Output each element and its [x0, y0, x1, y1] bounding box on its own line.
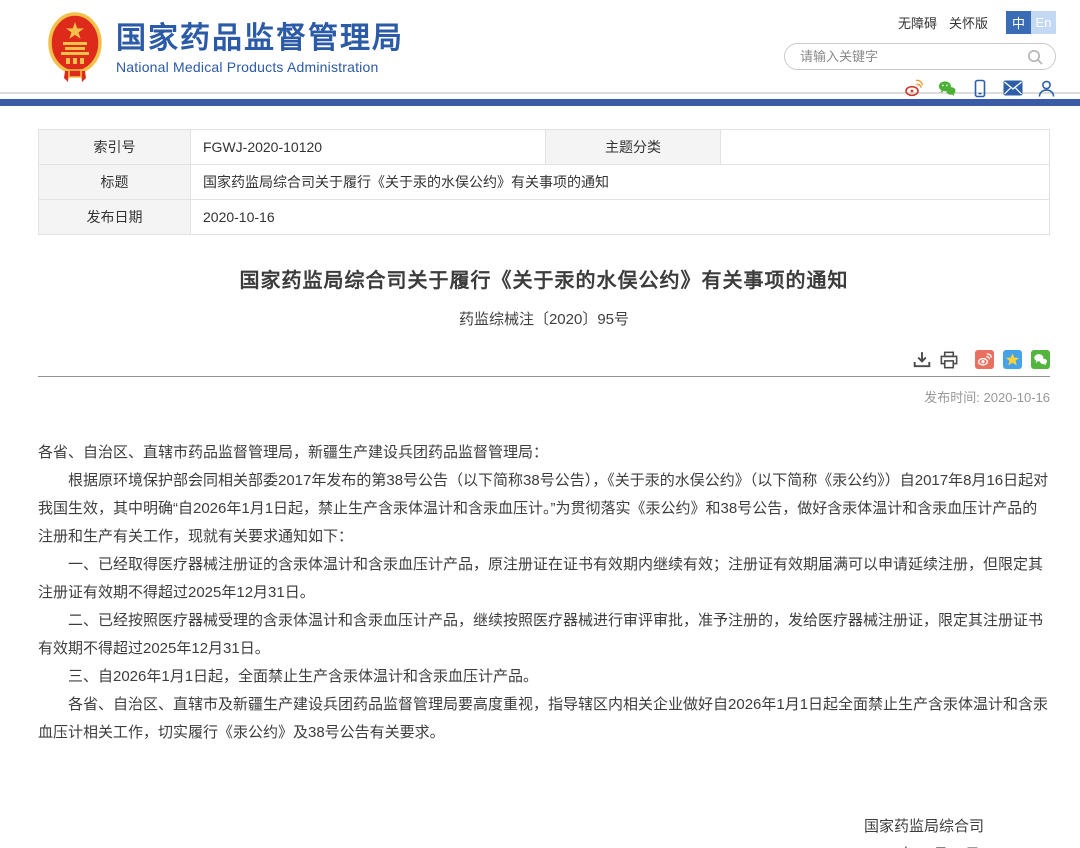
title-value: 国家药监局综合司关于履行《关于汞的水俣公约》有关事项的通知 [190, 164, 1050, 200]
document-number: 药监综械注〔2020〕95号 [458, 311, 630, 328]
share-weibo-icon[interactable] [975, 350, 994, 369]
national-emblem-icon [48, 12, 102, 82]
signature-date: 2020年10月14日 [864, 841, 984, 848]
topic-category-value [720, 129, 1050, 165]
publish-time-label: 发布时间: [924, 390, 980, 405]
index-number-value: FGWJ-2020-10120 [190, 129, 546, 165]
user-icon[interactable] [1036, 78, 1056, 98]
paragraph-item-2: 二、已经按照医疗器械受理的含汞体温计和含汞血压计产品，继续按照医疗器械进行审评审… [38, 612, 1044, 657]
mail-icon[interactable] [1003, 78, 1023, 98]
care-version-link[interactable]: 关怀版 [949, 13, 988, 32]
signature-org: 国家药监局综合司 [863, 818, 984, 835]
title-label: 标题 [38, 164, 191, 200]
main-content: 索引号 FGWJ-2020-10120 主题分类 标题 国家药监局综合司关于履行… [0, 129, 1080, 848]
header-social-icons [904, 78, 1056, 98]
publish-time-value: 2020-10-16 [983, 390, 1051, 405]
download-icon[interactable] [913, 351, 931, 369]
weibo-icon[interactable] [904, 78, 924, 98]
document-toolbar [38, 350, 1050, 377]
utility-links: 无障碍 关怀版 中 En [898, 10, 1056, 34]
paragraph-item-1: 一、已经取得医疗器械注册证的含汞体温计和含汞血压计产品，原注册证在证书有效期内继… [38, 556, 1044, 601]
wechat-icon[interactable] [937, 78, 957, 98]
language-toggle: 中 En [1006, 10, 1056, 34]
search-icon[interactable] [1025, 47, 1045, 67]
paragraph-intro: 根据原环境保护部会同相关部委2017年发布的第38号公告（以下简称38号公告），… [38, 472, 1049, 545]
accessibility-link[interactable]: 无障碍 [898, 13, 937, 32]
publish-date-label: 发布日期 [38, 199, 191, 235]
site-header: 国家药品监督管理局 National Medical Products Admi… [0, 0, 1080, 97]
search-box [784, 43, 1056, 70]
search-input[interactable] [800, 49, 1025, 64]
header-utility: 无障碍 关怀版 中 En [776, 10, 1056, 98]
page-title: 国家药监局综合司关于履行《关于汞的水俣公约》有关事项的通知 [239, 270, 849, 292]
document-meta-table: 索引号 FGWJ-2020-10120 主题分类 标题 国家药监局综合司关于履行… [38, 129, 1050, 235]
publish-date-value: 2020-10-16 [190, 199, 1050, 235]
paragraph-salutation: 各省、自治区、直辖市药品监督管理局，新疆生产建设兵团药品监督管理局： [38, 444, 549, 461]
paragraph-closing: 各省、自治区、直辖市及新疆生产建设兵团药品监督管理局要高度重视，指导辖区内相关企… [38, 696, 1049, 741]
signature-block: 国家药监局综合司 2020年10月14日 [864, 813, 984, 848]
index-number-label: 索引号 [38, 129, 191, 165]
table-row: 标题 国家药监局综合司关于履行《关于汞的水俣公约》有关事项的通知 [38, 164, 1050, 200]
lang-zh-button[interactable]: 中 [1006, 10, 1031, 34]
table-row: 发布日期 2020-10-16 [38, 199, 1050, 235]
topic-category-label: 主题分类 [545, 129, 721, 165]
lang-en-button[interactable]: En [1031, 10, 1056, 34]
brand-text: 国家药品监督管理局 National Medical Products Admi… [116, 22, 404, 75]
document-body: 各省、自治区、直辖市药品监督管理局，新疆生产建设兵团药品监督管理局： 根据原环境… [38, 439, 1050, 747]
header-blue-bar [0, 99, 1080, 106]
share-qzone-icon[interactable] [1003, 350, 1022, 369]
site-title: 国家药品监督管理局 [116, 21, 404, 55]
publish-time: 发布时间: 2020-10-16 [38, 387, 1050, 406]
print-icon[interactable] [940, 351, 958, 369]
share-wechat-icon[interactable] [1031, 350, 1050, 369]
table-row: 索引号 FGWJ-2020-10120 主题分类 [38, 129, 1050, 165]
site-subtitle: National Medical Products Administration [116, 58, 379, 75]
site-brand[interactable]: 国家药品监督管理局 National Medical Products Admi… [48, 12, 404, 84]
paragraph-item-3: 三、自2026年1月1日起，全面禁止生产含汞体温计和含汞血压计产品。 [68, 668, 539, 685]
mobile-icon[interactable] [970, 78, 990, 98]
